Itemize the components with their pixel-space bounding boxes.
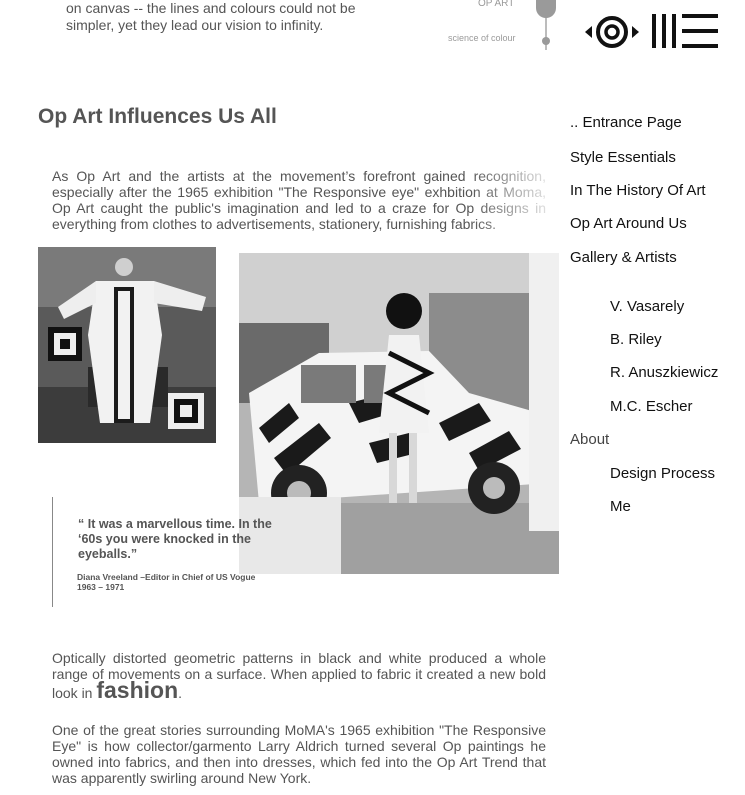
nav-style-essentials[interactable]: Style Essentials (570, 149, 676, 166)
nav-entrance-page[interactable]: .. Entrance Page (570, 114, 682, 131)
logo-label-top: OP ART (478, 0, 515, 9)
nav-about[interactable]: About (570, 431, 609, 448)
photo-edge-strip (529, 253, 559, 531)
intro-line-1: on canvas -- the lines and colours could… (66, 0, 356, 16)
nav-op-art-around-us[interactable]: Op Art Around Us (570, 215, 687, 232)
quote-text: “ It was a marvellous time. In the ‘60s … (78, 517, 272, 561)
logo-dot-small (542, 37, 550, 45)
nav-me[interactable]: Me (610, 498, 631, 515)
nav-anuszkiewicz[interactable]: R. Anuszkiewicz (610, 364, 718, 381)
fashion-highlight: fashion (96, 677, 179, 703)
fashion-paragraph: Optically distorted geometric patterns i… (52, 650, 546, 703)
nav-riley[interactable]: B. Riley (610, 331, 662, 348)
page-title: Op Art Influences Us All (38, 105, 277, 128)
nav-vasarely[interactable]: V. Vasarely (610, 298, 684, 315)
nav-history-of-art[interactable]: In The History Of Art (570, 182, 706, 199)
fashion-photo-left (38, 247, 216, 443)
text-fade-overlay (470, 165, 550, 235)
quote-attribution: Diana Vreeland –Editor in Chief of US Vo… (77, 572, 256, 592)
logo-dot-large (536, 0, 556, 18)
intro-text: on canvas -- the lines and colours could… (66, 0, 366, 34)
eye-icon[interactable] (585, 14, 639, 50)
fashion-paragraph-end: . (178, 685, 183, 701)
moma-paragraph: One of the great stories surrounding MoM… (52, 722, 546, 786)
op-art-logo[interactable]: OP ART science of colour (440, 0, 560, 60)
intro-line-2: simpler, yet they lead our vision to inf… (66, 17, 324, 33)
nav-escher[interactable]: M.C. Escher (610, 398, 693, 415)
logo-label-bottom: science of colour (448, 33, 516, 43)
nav-design-process[interactable]: Design Process (610, 465, 715, 482)
nav-gallery-artists[interactable]: Gallery & Artists (570, 249, 677, 266)
menu-bars-icon[interactable] (650, 12, 720, 50)
